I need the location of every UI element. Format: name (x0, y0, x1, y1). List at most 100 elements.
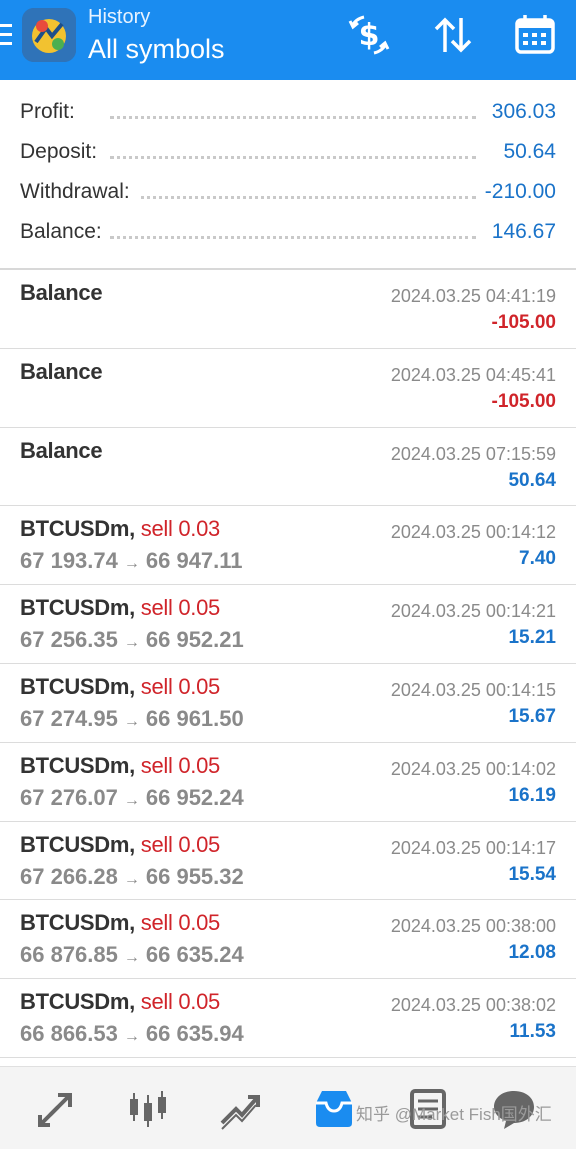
open-price: 67 256.35 (20, 627, 118, 653)
open-price: 66 866.53 (20, 1021, 118, 1047)
list-item-trade[interactable]: BTCUSDm, sell 0.03 67 193.74 → 66 947.11 2… (0, 506, 576, 586)
close-price: 66 635.24 (145, 942, 244, 968)
chart-icon[interactable] (124, 1085, 172, 1133)
svg-text:$: $ (359, 18, 380, 53)
menu-icon[interactable] (0, 24, 14, 46)
item-symbol: BTCUSDm, (20, 910, 135, 936)
item-date: 2024.03.25 00:38:02 (390, 995, 556, 1016)
header-title[interactable]: All symbols (88, 34, 225, 65)
item-prices: 67 276.07 → 66 952.24 (20, 785, 244, 811)
summary-panel: Profit: 306.03 Deposit: 50.64 Withdrawal… (0, 92, 576, 252)
item-symbol: BTCUSDm, (20, 989, 135, 1015)
item-amount: 15.21 (508, 627, 556, 649)
item-title: Balance (20, 437, 103, 463)
summary-value: 50.64 (495, 140, 556, 164)
item-title: BTCUSDm, sell 0.05 (20, 674, 220, 700)
item-prices: 66 876.85 → 66 635.24 (20, 942, 244, 968)
close-price: 66 961.50 (145, 705, 244, 731)
item-side: sell 0.05 (140, 989, 221, 1015)
item-amount: 12.08 (508, 942, 556, 964)
item-symbol: BTCUSDm, (20, 516, 135, 542)
trade-icon[interactable] (216, 1085, 264, 1133)
item-title: BTCUSDm, sell 0.05 (20, 910, 220, 936)
list-item-trade[interactable]: BTCUSDm, sell 0.05 66 866.53 → 66 635.94 2… (0, 979, 576, 1058)
app-logo-icon[interactable] (22, 8, 76, 62)
item-date: 2024.03.25 04:45:41 (390, 364, 556, 385)
arrow-right-icon: → (123, 1028, 140, 1046)
item-date: 2024.03.25 00:14:02 (390, 758, 556, 779)
app-header: History All symbols $ (0, 0, 576, 80)
history-icon[interactable] (310, 1085, 358, 1133)
summary-row-deposit: Deposit: 50.64 (0, 132, 576, 172)
open-price: 67 266.28 (20, 863, 118, 889)
item-title: BTCUSDm, sell 0.05 (20, 595, 220, 621)
open-price: 66 876.85 (20, 942, 118, 968)
list-item-trade[interactable]: BTCUSDm, sell 0.05 67 256.35 → 66 952.21 2… (0, 585, 576, 664)
list-item-balance[interactable]: Balance 2024.03.25 04:41:19 -105.00 (0, 270, 576, 349)
close-price: 66 952.21 (145, 627, 244, 653)
dotted-leader (110, 196, 476, 199)
history-list: Balance 2024.03.25 04:41:19 -105.00 Bala… (0, 270, 576, 1058)
item-date: 2024.03.25 00:38:00 (390, 916, 556, 937)
close-price: 66 635.94 (145, 1021, 244, 1047)
item-date: 2024.03.25 00:14:21 (390, 601, 556, 622)
arrow-right-icon: → (123, 555, 140, 573)
calendar-icon[interactable] (512, 12, 558, 58)
summary-value: 146.67 (483, 220, 556, 244)
item-symbol: BTCUSDm, (20, 673, 135, 699)
item-side: sell 0.05 (140, 752, 221, 778)
item-amount: 15.54 (508, 863, 556, 885)
item-title: BTCUSDm, sell 0.03 (20, 516, 220, 542)
item-prices: 66 866.53 → 66 635.94 (20, 1021, 244, 1047)
arrow-right-icon: → (123, 634, 140, 652)
item-side: sell 0.03 (140, 516, 221, 542)
item-title: BTCUSDm, sell 0.05 (20, 989, 220, 1015)
summary-label: Profit: (20, 100, 83, 124)
item-symbol: BTCUSDm, (20, 831, 135, 857)
list-item-trade[interactable]: BTCUSDm, sell 0.05 67 266.28 → 66 955.32 2… (0, 822, 576, 901)
dotted-leader (110, 116, 476, 119)
list-item-trade[interactable]: BTCUSDm, sell 0.05 67 274.95 → 66 961.50 2… (0, 664, 576, 743)
item-prices: 67 193.74 → 66 947.11 (20, 548, 243, 574)
item-amount: 16.19 (508, 784, 556, 806)
dotted-leader (110, 236, 476, 239)
summary-label: Withdrawal: (20, 180, 138, 204)
arrow-right-icon: → (123, 870, 140, 888)
close-price: 66 952.24 (145, 784, 244, 810)
summary-value: 306.03 (483, 100, 556, 124)
item-prices: 67 266.28 → 66 955.32 (20, 864, 244, 890)
item-date: 2024.03.25 04:41:19 (390, 286, 556, 306)
sort-icon[interactable] (430, 12, 476, 58)
item-amount: 50.64 (508, 469, 556, 491)
open-price: 67 274.95 (20, 705, 118, 731)
item-title: Balance (20, 280, 103, 305)
item-symbol: BTCUSDm, (20, 595, 135, 621)
item-side: sell 0.05 (140, 831, 221, 857)
item-amount: 15.67 (508, 705, 556, 727)
item-amount: -105.00 (491, 312, 556, 333)
item-amount: 11.53 (509, 1021, 557, 1043)
item-side: sell 0.05 (140, 673, 221, 699)
item-amount: -105.00 (491, 390, 556, 412)
item-date: 2024.03.25 00:14:12 (390, 522, 556, 543)
item-amount: 7.40 (519, 548, 556, 570)
currency-exchange-icon[interactable]: $ (346, 12, 392, 58)
item-title: BTCUSDm, sell 0.05 (20, 753, 220, 779)
summary-row-withdrawal: Withdrawal: -210.00 (0, 172, 576, 212)
close-price: 66 955.32 (145, 863, 244, 889)
arrow-right-icon: → (123, 791, 140, 809)
item-side: sell 0.05 (140, 910, 221, 936)
list-item-trade[interactable]: BTCUSDm, sell 0.05 66 876.85 → 66 635.24 2… (0, 900, 576, 980)
item-symbol: BTCUSDm, (20, 752, 135, 778)
open-price: 67 276.07 (20, 784, 118, 810)
item-side: sell 0.05 (140, 595, 221, 621)
summary-value: -210.00 (476, 180, 556, 204)
item-prices: 67 256.35 → 66 952.21 (20, 627, 244, 653)
list-item-trade[interactable]: BTCUSDm, sell 0.05 67 276.07 → 66 952.24 2… (0, 743, 576, 822)
item-prices: 67 274.95 → 66 961.50 (20, 706, 244, 732)
list-item-balance[interactable]: Balance 2024.03.25 07:15:59 50.64 (0, 428, 576, 507)
list-item-balance[interactable]: Balance 2024.03.25 04:45:41 -105.00 (0, 349, 576, 428)
summary-label: Balance: (20, 220, 110, 244)
summary-row-balance: Balance: 146.67 (0, 212, 576, 252)
quotes-icon[interactable] (32, 1085, 80, 1133)
